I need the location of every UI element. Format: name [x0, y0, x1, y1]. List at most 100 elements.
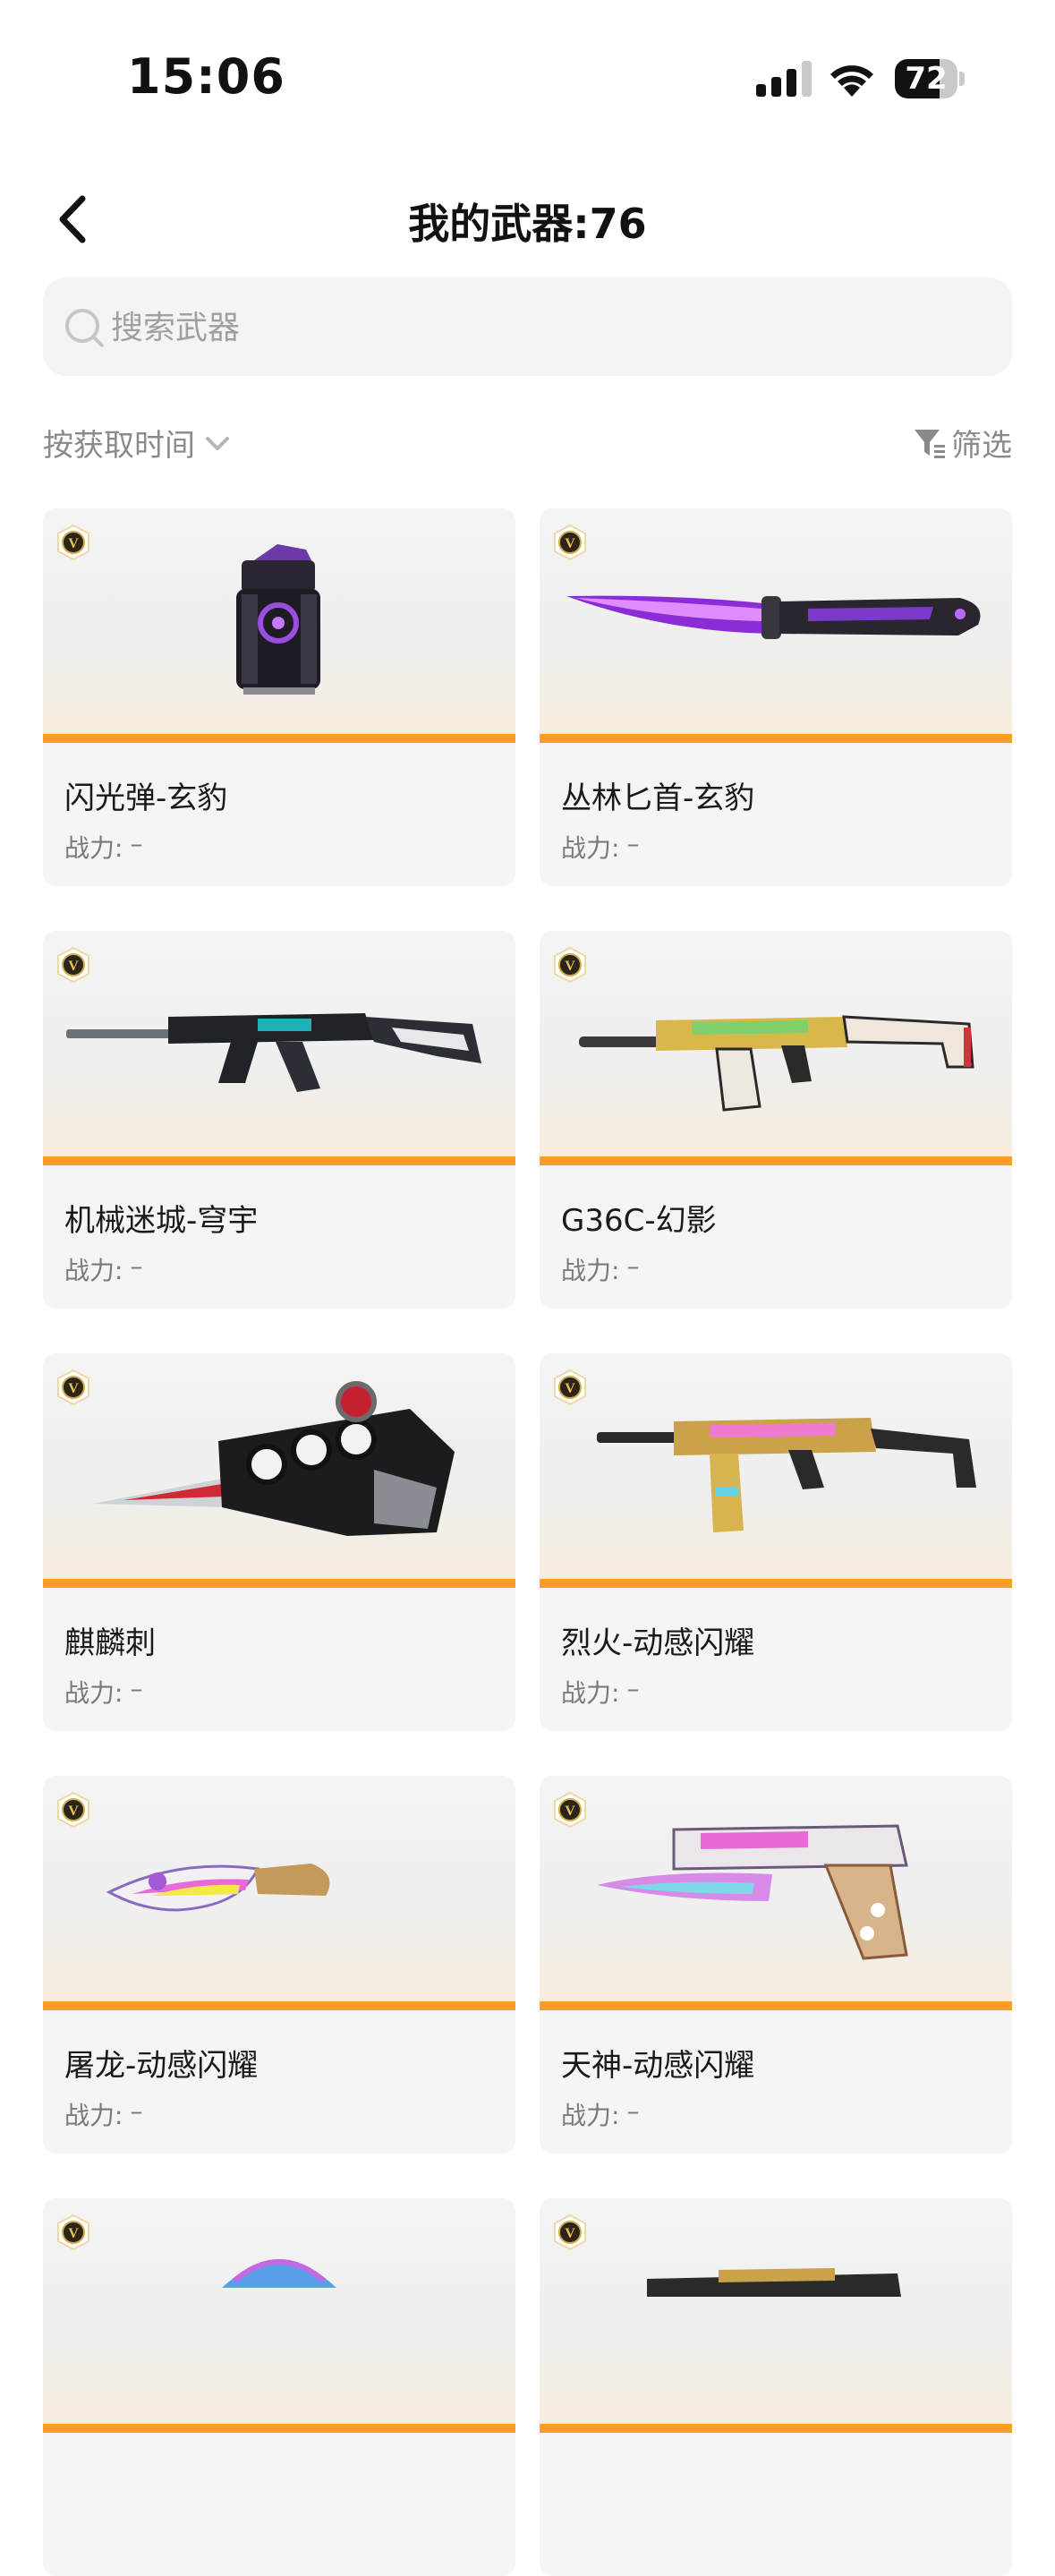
pistol-icon	[597, 1824, 908, 1960]
weapon-power: 战力: –	[561, 829, 639, 865]
status-time: 15:06	[127, 48, 285, 105]
filter-icon	[915, 429, 945, 458]
power-label: 战力:	[64, 833, 123, 863]
smg-icon	[597, 1418, 976, 1532]
svg-text:V: V	[565, 959, 575, 974]
weapon-card[interactable]: V 屠龙-动感闪耀 战力: –	[43, 1776, 515, 2154]
power-label: 战力:	[64, 1678, 123, 1708]
power-value: –	[626, 829, 640, 858]
vip-badge-icon: V	[554, 947, 586, 983]
rifle-icon	[647, 2268, 901, 2297]
power-value: –	[626, 1251, 640, 1281]
knuckle-knife-icon	[93, 1381, 455, 1536]
weapon-power: 战力: –	[561, 1251, 639, 1287]
vip-badge-icon: V	[554, 1369, 586, 1405]
weapon-name: G36C-幻影	[561, 1203, 717, 1239]
weapon-name: 机械迷城-穹宇	[64, 1203, 259, 1239]
flashbang-icon	[236, 544, 320, 695]
weapon-image: V	[540, 2198, 1012, 2433]
weapon-power: 战力: –	[64, 1251, 142, 1287]
weapon-image: V	[540, 508, 1012, 743]
vip-badge-icon: V	[57, 525, 89, 560]
power-value: –	[626, 1674, 640, 1703]
sort-label: 按获取时间	[43, 428, 195, 464]
svg-text:V: V	[68, 1804, 79, 1819]
power-value: –	[130, 2096, 143, 2126]
svg-text:V: V	[68, 959, 79, 974]
weapon-card[interactable]: V	[43, 2198, 515, 2576]
weapon-card[interactable]: V 丛林匕首-玄豹 战力: –	[540, 508, 1012, 886]
vip-badge-icon: V	[554, 1792, 586, 1828]
power-label: 战力:	[64, 1256, 123, 1285]
power-value: –	[130, 829, 143, 858]
weapon-name: 丛林匕首-玄豹	[561, 780, 755, 816]
weapon-card[interactable]: V 机械迷城-穹宇 战力: –	[43, 931, 515, 1309]
battery-icon: 72	[895, 59, 965, 98]
vip-badge-icon: V	[57, 1792, 89, 1828]
weapon-image: V	[540, 1776, 1012, 2010]
power-label: 战力:	[64, 2101, 123, 2130]
svg-text:V: V	[565, 2226, 575, 2241]
weapon-card[interactable]: V G36C-幻影 战力: –	[540, 931, 1012, 1309]
weapon-image: V	[540, 931, 1012, 1165]
sort-filter-toolbar: 按获取时间 筛选	[43, 412, 1012, 474]
power-value: –	[626, 2096, 640, 2126]
page-title: 我的武器:76	[408, 200, 647, 248]
vip-badge-icon: V	[554, 2214, 586, 2250]
power-value: –	[130, 1251, 143, 1281]
power-label: 战力:	[561, 1256, 620, 1285]
weapon-image: V	[43, 1353, 515, 1588]
svg-text:V: V	[68, 2226, 79, 2241]
weapon-name: 烈火-动感闪耀	[561, 1625, 755, 1661]
filter-button[interactable]: 筛选	[912, 421, 1012, 465]
weapon-image: V	[43, 2198, 515, 2433]
weapon-image: V	[540, 1353, 1012, 1588]
grenade-icon	[222, 2259, 336, 2288]
rifle-icon	[66, 1013, 481, 1092]
power-label: 战力:	[561, 1678, 620, 1708]
weapon-card[interactable]: V 烈火-动感闪耀 战力: –	[540, 1353, 1012, 1731]
weapon-power: 战力: –	[64, 1674, 142, 1710]
cellular-signal-icon	[756, 61, 812, 97]
power-value: –	[130, 1674, 143, 1703]
weapon-power: 战力: –	[64, 829, 142, 865]
weapon-power: 战力: –	[561, 1674, 639, 1710]
weapon-card[interactable]: V 麒麟刺 战力: –	[43, 1353, 515, 1731]
weapon-name: 天神-动感闪耀	[561, 2048, 755, 2084]
weapon-image: V	[43, 508, 515, 743]
power-label: 战力:	[561, 833, 620, 863]
filter-label: 筛选	[951, 428, 1012, 464]
blade-icon	[106, 1864, 330, 1912]
search-bar[interactable]	[43, 277, 1012, 378]
status-bar: 15:06 72	[0, 0, 1055, 134]
svg-text:V: V	[68, 1381, 79, 1396]
weapon-name: 闪光弹-玄豹	[64, 780, 228, 816]
weapon-card[interactable]: V 闪光弹-玄豹 战力: –	[43, 508, 515, 886]
weapon-card[interactable]: V	[540, 2198, 1012, 2576]
search-icon	[65, 309, 104, 347]
vip-badge-icon: V	[554, 525, 586, 560]
weapon-power: 战力: –	[64, 2096, 142, 2132]
svg-text:V: V	[565, 1804, 575, 1819]
weapon-name: 屠龙-动感闪耀	[64, 2048, 259, 2084]
battery-level: 72	[905, 61, 948, 97]
rifle-icon	[579, 1015, 974, 1112]
knife-icon	[566, 595, 981, 639]
weapon-image: V	[43, 931, 515, 1165]
svg-text:V: V	[565, 1381, 575, 1396]
power-label: 战力:	[561, 2101, 620, 2130]
weapon-card[interactable]: V 天神-动感闪耀 战力: –	[540, 1776, 1012, 2154]
search-input[interactable]	[109, 277, 972, 378]
vip-badge-icon: V	[57, 947, 89, 983]
vip-badge-icon: V	[57, 1369, 89, 1405]
chevron-down-icon	[206, 436, 229, 450]
weapon-image: V	[43, 1776, 515, 2010]
sort-dropdown[interactable]: 按获取时间	[43, 421, 233, 465]
wifi-icon	[830, 65, 873, 97]
weapon-power: 战力: –	[561, 2096, 639, 2132]
svg-text:V: V	[68, 536, 79, 551]
svg-text:V: V	[565, 536, 575, 551]
vip-badge-icon: V	[57, 2214, 89, 2250]
weapon-name: 麒麟刺	[64, 1625, 156, 1661]
nav-header: 我的武器:76	[0, 170, 1055, 269]
